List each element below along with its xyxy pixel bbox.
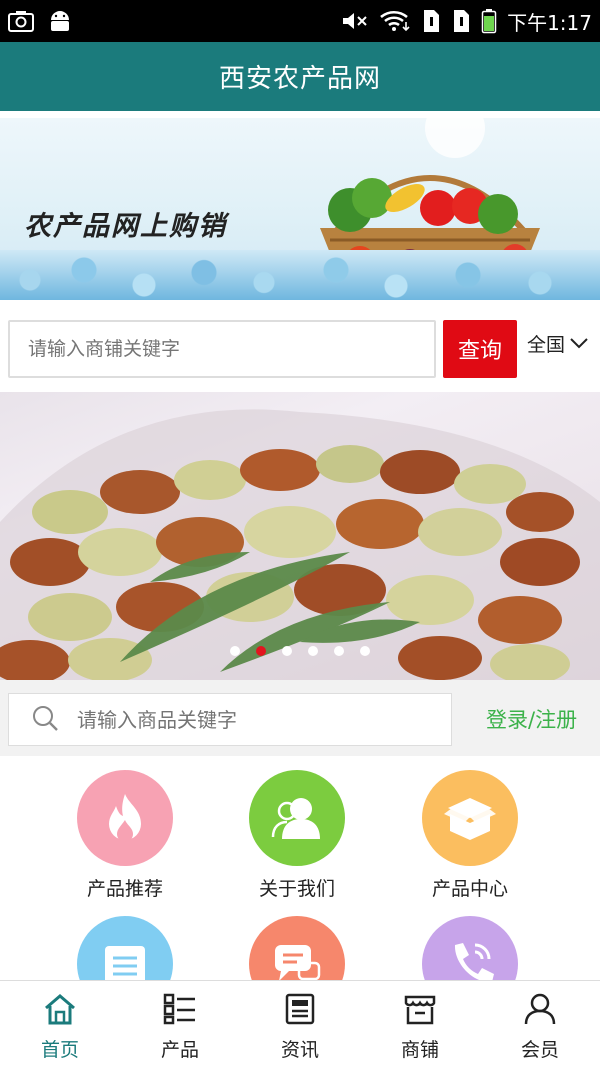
store-icon — [403, 993, 437, 1029]
user-icon — [523, 993, 557, 1029]
search-icon — [31, 704, 59, 736]
users-icon — [249, 770, 345, 866]
shop-search-input[interactable] — [8, 320, 436, 378]
list-icon — [77, 916, 173, 980]
slider-dot[interactable] — [308, 646, 318, 656]
slider-pagination — [0, 646, 600, 656]
product-search-bar: 登录/注册 — [0, 680, 600, 756]
slider-dot[interactable] — [230, 646, 240, 656]
grid-item-message[interactable] — [222, 916, 372, 980]
grid-item-about-us[interactable]: 关于我们 — [222, 770, 372, 901]
promo-banner[interactable]: 农产品网上购销 — [0, 118, 600, 300]
app-title-bar: 西安农产品网 — [0, 42, 600, 111]
grid-label: 产品推荐 — [86, 878, 163, 900]
tab-label: 会员 — [520, 1039, 559, 1061]
grid-item-news-list[interactable] — [50, 916, 200, 980]
banner-headline: 农产品网上购销 — [24, 211, 227, 242]
chevron-down-icon — [569, 333, 589, 355]
news-icon — [283, 993, 317, 1029]
page-title: 西安农产品网 — [218, 64, 381, 94]
slider-dot-active[interactable] — [256, 646, 266, 656]
shop-search-bar: 查询 全国 — [0, 300, 600, 392]
bottom-tab-bar: 首页 产品 资讯 商铺 会员 — [0, 980, 600, 1067]
clock-time: 下午1:17 — [507, 10, 592, 35]
tab-member[interactable]: 会员 — [480, 981, 600, 1067]
feature-grid: 产品推荐 关于我们 产品中心 — [0, 756, 600, 980]
battery-icon — [481, 8, 497, 34]
tab-label: 资讯 — [280, 1039, 319, 1061]
fire-icon — [77, 770, 173, 866]
product-search-input[interactable] — [77, 707, 437, 732]
tab-news[interactable]: 资讯 — [240, 981, 360, 1067]
shop-search-button[interactable]: 查询 — [443, 320, 517, 378]
slider-dot[interactable] — [360, 646, 370, 656]
home-icon — [43, 993, 77, 1029]
tab-label: 产品 — [160, 1039, 199, 1061]
app-screen: 下午1:17 西安农产品网 农产品网上购销 请输入商铺关键字 查询 全国 请输入… — [0, 0, 600, 1067]
phone-icon — [422, 916, 518, 980]
region-label: 全国 — [527, 334, 566, 356]
grid-item-contact[interactable] — [395, 916, 545, 980]
jujube-photo — [0, 409, 600, 680]
tab-label: 商铺 — [400, 1039, 439, 1061]
slider-dot[interactable] — [282, 646, 292, 656]
region-selector[interactable]: 全国 — [527, 330, 589, 357]
product-search-box[interactable] — [8, 693, 452, 746]
tab-label: 首页 — [40, 1039, 79, 1061]
grid-item-product-recommend[interactable]: 产品推荐 — [50, 770, 200, 901]
wifi-icon — [379, 10, 411, 32]
tab-home[interactable]: 首页 — [0, 981, 120, 1067]
status-bar: 下午1:17 — [0, 0, 600, 42]
product-image-slider[interactable] — [0, 392, 600, 680]
tab-shops[interactable]: 商铺 — [360, 981, 480, 1067]
slider-dot[interactable] — [334, 646, 344, 656]
grid-label: 关于我们 — [258, 878, 335, 900]
screenshot-icon — [8, 10, 34, 32]
android-icon — [48, 10, 72, 32]
grid-item-product-center[interactable]: 产品中心 — [395, 770, 545, 901]
sim1-icon — [421, 9, 441, 33]
login-register-link[interactable]: 登录/注册 — [486, 704, 577, 734]
chat-icon — [249, 916, 345, 980]
box-icon — [422, 770, 518, 866]
tab-products[interactable]: 产品 — [120, 981, 240, 1067]
grid-label: 产品中心 — [431, 878, 508, 900]
mute-icon — [341, 10, 369, 32]
sim2-icon — [451, 9, 471, 33]
banner-ice-decoration — [0, 250, 600, 300]
grid-list-icon — [163, 993, 197, 1029]
